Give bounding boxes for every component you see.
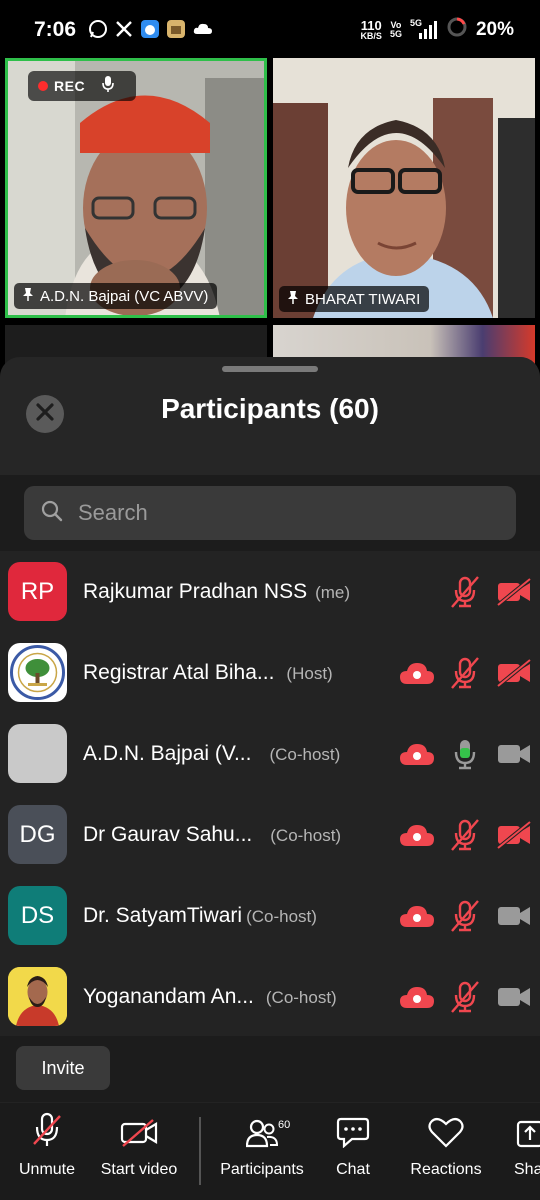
participant-role: (Host) (286, 663, 333, 683)
participant-row[interactable]: RP Rajkumar Pradhan NSS (me) (0, 551, 540, 632)
avatar: DG (8, 805, 67, 864)
video-on-icon[interactable] (494, 977, 534, 1017)
rec-label: REC (54, 78, 86, 94)
participant-row[interactable]: Yoganandam An... (Co-host) (0, 956, 540, 1037)
participant-name: Dr. SatyamTiwari (Co-host) (83, 903, 317, 927)
share-button[interactable]: Sha (514, 1117, 540, 1179)
mic-muted-icon[interactable] (445, 572, 485, 612)
start-video-button[interactable]: Start video (96, 1117, 182, 1179)
record-dot-icon (38, 81, 48, 91)
video-tile-participant[interactable]: BHARAT TIWARI (273, 58, 535, 318)
avatar (8, 967, 67, 1026)
toolbar-divider (199, 1117, 201, 1185)
mic-muted-icon[interactable] (445, 977, 485, 1017)
video-on-icon[interactable] (494, 896, 534, 936)
status-bar: 7:06 110 KB/S Vo 5G 5G 20% (0, 0, 540, 60)
unmute-button[interactable]: Unmute (18, 1112, 76, 1179)
avatar: RP (8, 562, 67, 621)
avatar (8, 643, 67, 702)
whatsapp-icon (88, 19, 108, 39)
clock: 7:06 (34, 18, 77, 41)
mic-muted-icon[interactable] (445, 815, 485, 855)
signal-icon: 5G (410, 18, 438, 41)
cloud-recording-icon (397, 734, 437, 774)
search-placeholder: Search (78, 500, 148, 525)
share-icon (514, 1116, 540, 1153)
participants-sheet: Participants (60) Search RP Rajkumar Pra… (0, 357, 540, 1200)
pin-icon (22, 287, 34, 305)
app-icon (166, 19, 186, 39)
participant-list: RP Rajkumar Pradhan NSS (me) Registrar At (0, 551, 540, 1037)
participant-video-feed (273, 58, 535, 318)
heart-icon (428, 1116, 464, 1153)
video-off-icon[interactable] (494, 653, 534, 693)
chat-button[interactable]: Chat (332, 1117, 374, 1179)
mic-muted-icon[interactable] (445, 653, 485, 693)
cloud-recording-icon (397, 977, 437, 1017)
participant-role: (Co-host) (246, 906, 317, 926)
video-off-icon (120, 1118, 158, 1153)
participant-name: A.D.N. Bajpai (V... (Co-host) (83, 741, 341, 765)
reactions-button[interactable]: Reactions (406, 1117, 486, 1179)
participant-role: (Co-host) (270, 825, 342, 845)
mic-active-icon[interactable] (445, 734, 485, 774)
participant-name: Registrar Atal Biha... (Host) (83, 660, 333, 684)
chat-icon (336, 1116, 370, 1153)
video-name-label: A.D.N. Bajpai (VC ABVV) (14, 283, 218, 309)
participants-icon (245, 1118, 279, 1153)
volte-indicator: Vo 5G (389, 19, 402, 39)
participant-name: Yoganandam An... (Co-host) (83, 984, 337, 1008)
participant-role: (Co-host) (265, 987, 337, 1007)
search-input[interactable]: Search (24, 486, 516, 540)
recording-indicator[interactable]: REC (28, 71, 136, 101)
participant-role: (Co-host) (269, 744, 341, 764)
participant-count-badge: 60 (278, 1119, 291, 1131)
invite-area: Invite (0, 1036, 540, 1102)
participant-row[interactable]: DG Dr Gaurav Sahu... (Co-host) (0, 794, 540, 875)
sheet-title: Participants (60) (161, 393, 379, 424)
network-speed: 110 KB/S (360, 17, 382, 41)
x-icon (114, 19, 134, 39)
participant-row[interactable]: DS Dr. SatyamTiwari (Co-host) (0, 875, 540, 956)
search-icon (40, 499, 64, 528)
battery-icon (446, 16, 468, 43)
search-area: Search (0, 475, 540, 551)
participant-name: Dr Gaurav Sahu... (Co-host) (83, 822, 342, 846)
weather-app-icon (140, 19, 160, 39)
avatar: DS (8, 886, 67, 945)
video-tile-speaker[interactable]: REC A.D.N. Bajpai (VC ABVV) (5, 58, 267, 318)
pin-icon (287, 290, 299, 308)
mic-muted-icon (32, 1112, 62, 1153)
profile-photo (8, 967, 67, 1026)
drag-handle[interactable] (222, 366, 318, 372)
participant-row[interactable]: A.D.N. Bajpai (V... (Co-host) (0, 713, 540, 794)
participant-name: Rajkumar Pradhan NSS (me) (83, 579, 351, 603)
video-off-icon[interactable] (494, 815, 534, 855)
participant-row[interactable]: Registrar Atal Biha... (Host) (0, 632, 540, 713)
mic-icon (101, 75, 115, 98)
video-off-icon[interactable] (494, 572, 534, 612)
cloud-recording-icon (397, 896, 437, 936)
university-logo-icon (10, 645, 65, 700)
meeting-toolbar: Unmute Start video 60 Participants Chat (0, 1103, 540, 1200)
invite-button[interactable]: Invite (16, 1046, 110, 1090)
cloud-recording-icon (397, 653, 437, 693)
avatar (8, 724, 67, 783)
cloud-recording-icon (397, 815, 437, 855)
battery-percent: 20% (475, 18, 514, 40)
cloud-icon (192, 19, 212, 39)
participant-role: (me) (315, 582, 351, 602)
participants-button[interactable]: 60 Participants (216, 1117, 308, 1179)
video-on-icon[interactable] (494, 734, 534, 774)
mic-muted-icon[interactable] (445, 896, 485, 936)
sheet-header: Participants (60) (0, 357, 540, 475)
video-name-label: BHARAT TIWARI (279, 286, 430, 312)
